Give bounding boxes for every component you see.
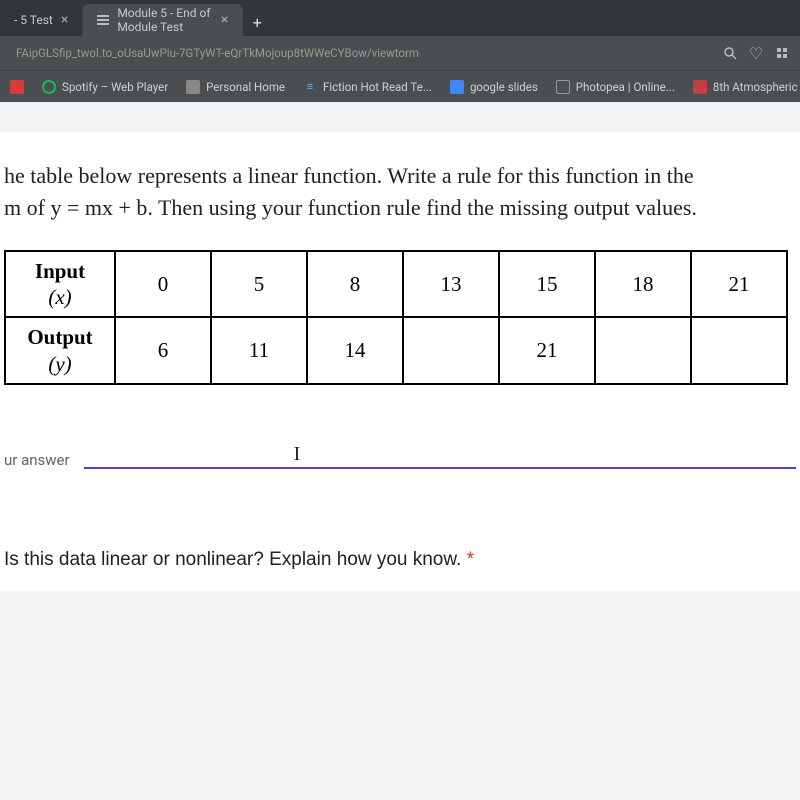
next-question-text: Is this data linear or nonlinear? Explai… bbox=[4, 549, 796, 571]
bookmark-spotify[interactable]: Spotify – Web Player bbox=[42, 80, 168, 94]
browser-tab-active[interactable]: Module 5 - End of Module Test × bbox=[83, 4, 243, 36]
bookmark-fiction[interactable]: ≡ Fiction Hot Read Te... bbox=[303, 80, 432, 94]
form-question-card: he table below represents a linear funct… bbox=[0, 132, 800, 591]
bookmark-label: Photopea | Online... bbox=[576, 80, 675, 94]
answer-input[interactable]: I bbox=[84, 445, 796, 469]
row-header-input: Input (x) bbox=[5, 251, 115, 318]
close-icon[interactable]: × bbox=[61, 12, 68, 28]
answer-label: ur answer bbox=[4, 451, 70, 469]
bookmark-label: Fiction Hot Read Te... bbox=[323, 80, 432, 94]
input-cell: 13 bbox=[403, 251, 499, 318]
bookmark-item[interactable] bbox=[10, 80, 24, 94]
extension-icon[interactable] bbox=[774, 45, 790, 61]
output-cell: 6 bbox=[115, 317, 211, 384]
tab-bar: - 5 Test × Module 5 - End of Module Test… bbox=[0, 0, 800, 36]
table-row-output: Output (y) 6 11 14 21 bbox=[5, 317, 787, 384]
bookmark-label: Spotify – Web Player bbox=[62, 80, 168, 94]
question-line: m of y = mx + b. Then using your functio… bbox=[4, 195, 697, 220]
bookmark-google-slides[interactable]: google slides bbox=[450, 80, 538, 94]
text-cursor-icon: I bbox=[294, 443, 301, 466]
input-cell: 15 bbox=[499, 251, 595, 318]
bookmark-bar: Spotify – Web Player Personal Home ≡ Fic… bbox=[0, 70, 800, 102]
photopea-icon bbox=[556, 80, 570, 94]
bookmark-label: Personal Home bbox=[206, 80, 285, 94]
bookmark-label: google slides bbox=[470, 80, 538, 94]
heart-icon[interactable]: ♡ bbox=[748, 45, 764, 61]
row-header-output: Output (y) bbox=[5, 317, 115, 384]
slides-icon bbox=[450, 80, 464, 94]
input-cell: 21 bbox=[691, 251, 787, 318]
bookmark-atmospheric[interactable]: 8th Atmospheric P... bbox=[693, 80, 800, 94]
row-header-label: Input bbox=[35, 259, 85, 283]
input-cell: 0 bbox=[115, 251, 211, 318]
bookmark-favicon-icon bbox=[10, 80, 24, 94]
answer-input-row: ur answer I bbox=[4, 445, 796, 469]
list-icon bbox=[97, 13, 109, 27]
question-line: he table below represents a linear funct… bbox=[4, 163, 694, 188]
output-cell: 14 bbox=[307, 317, 403, 384]
bookmark-personal-home[interactable]: Personal Home bbox=[186, 80, 285, 94]
question-text: he table below represents a linear funct… bbox=[4, 160, 796, 224]
row-header-var: (y) bbox=[16, 351, 104, 377]
output-cell bbox=[595, 317, 691, 384]
browser-window: - 5 Test × Module 5 - End of Module Test… bbox=[0, 0, 800, 800]
input-cell: 8 bbox=[307, 251, 403, 318]
bookmark-label: 8th Atmospheric P... bbox=[713, 80, 800, 94]
output-cell: 21 bbox=[499, 317, 595, 384]
doc-icon bbox=[693, 80, 707, 94]
book-icon: ≡ bbox=[303, 80, 317, 94]
close-icon[interactable]: × bbox=[221, 12, 228, 28]
input-cell: 5 bbox=[211, 251, 307, 318]
spotify-icon bbox=[42, 80, 56, 94]
new-tab-button[interactable]: + bbox=[243, 8, 271, 36]
url-bar-row: FAipGLSfip_twol.to_oUsaUwPiu-7GTyWT-eQrT… bbox=[0, 36, 800, 70]
output-cell: 11 bbox=[211, 317, 307, 384]
content-viewport: he table below represents a linear funct… bbox=[0, 102, 800, 800]
input-cell: 18 bbox=[595, 251, 691, 318]
search-icon[interactable] bbox=[722, 45, 738, 61]
table-row-input: Input (x) 0 5 8 13 15 18 21 bbox=[5, 251, 787, 318]
required-star-icon: * bbox=[467, 549, 474, 570]
output-cell bbox=[691, 317, 787, 384]
next-question-body: Is this data linear or nonlinear? Explai… bbox=[4, 549, 461, 570]
tab-title: Module 5 - End of Module Test bbox=[117, 6, 213, 34]
browser-tab-other[interactable]: - 5 Test × bbox=[0, 4, 83, 36]
address-bar[interactable]: FAipGLSfip_twol.to_oUsaUwPiu-7GTyWT-eQrT… bbox=[10, 46, 712, 60]
bookmark-photopea[interactable]: Photopea | Online... bbox=[556, 80, 675, 94]
row-header-label: Output bbox=[27, 325, 92, 349]
tab-title: - 5 Test bbox=[14, 13, 53, 27]
function-table: Input (x) 0 5 8 13 15 18 21 Output (y) bbox=[4, 250, 788, 385]
home-icon bbox=[186, 80, 200, 94]
row-header-var: (x) bbox=[16, 284, 104, 310]
output-cell bbox=[403, 317, 499, 384]
